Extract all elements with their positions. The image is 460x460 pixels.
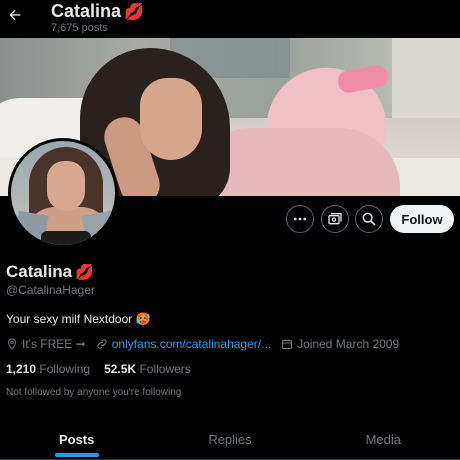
arrow-left-icon [9, 9, 21, 21]
header-lips-emoji: 💋 [124, 4, 144, 21]
profile-handle: @CatalinaHager [6, 283, 95, 297]
location-text: It's FREE ➞ [22, 337, 86, 351]
back-button[interactable] [4, 4, 26, 26]
header-title: Catalina 💋 [51, 1, 144, 22]
tab-media[interactable]: Media [307, 420, 460, 459]
location-icon [7, 338, 17, 350]
follow-button[interactable]: Follow [390, 205, 454, 233]
joined-text: Joined March 2009 [297, 337, 400, 351]
not-followed-text: Not followed by anyone you're following [6, 387, 182, 398]
profile-stats: 1,210 Following 52.5K Followers [6, 362, 205, 376]
link-icon [97, 339, 107, 349]
joined-item: Joined March 2009 [281, 337, 399, 351]
profile-name: Catalina 💋 [6, 262, 94, 282]
following-count: 1,210 [6, 362, 40, 376]
search-button[interactable] [355, 205, 383, 233]
profile-tabs: Posts Replies Media [0, 420, 460, 460]
website-item[interactable]: onlyfans.com/catalinahager/... [96, 337, 271, 351]
location-item: It's FREE ➞ [6, 337, 86, 351]
tab-posts[interactable]: Posts [0, 420, 153, 459]
top-bar: Catalina 💋 7,675 posts [0, 0, 460, 38]
more-icon [294, 217, 306, 221]
profile-display-name: Catalina [6, 262, 73, 281]
following-label: Following [39, 362, 91, 376]
header-name: Catalina [51, 1, 122, 21]
following-stat[interactable]: 1,210 Following [6, 362, 90, 376]
followers-count: 52.5K [104, 362, 140, 376]
profile-lips-emoji: 💋 [75, 264, 94, 281]
subscribe-button[interactable] [321, 205, 349, 233]
header-posts-count: 7,675 posts [51, 22, 108, 34]
calendar-icon [282, 339, 293, 349]
search-icon [362, 212, 376, 226]
subscribe-icon [328, 213, 342, 225]
more-button[interactable] [286, 205, 314, 233]
profile-meta: It's FREE ➞ onlyfans.com/catalinahager/.… [6, 336, 409, 352]
website-link[interactable]: onlyfans.com/catalinahager/... [112, 337, 271, 351]
tab-replies[interactable]: Replies [153, 420, 306, 459]
profile-bio: Your sexy milf Nextdoor 🥵 [6, 312, 151, 326]
followers-label: Followers [139, 362, 191, 376]
followers-stat[interactable]: 52.5K Followers [104, 362, 191, 376]
avatar[interactable] [8, 138, 118, 248]
